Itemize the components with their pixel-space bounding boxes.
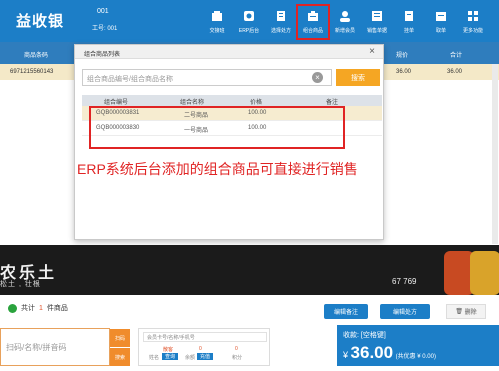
col-price: 价格 bbox=[250, 100, 263, 106]
handover-icon bbox=[210, 9, 224, 23]
toolbar-label: 交接班 bbox=[209, 28, 225, 34]
toolbar-more[interactable]: 更多功能 bbox=[457, 5, 489, 39]
toolbar-label: 挂单 bbox=[403, 28, 414, 34]
add-member-icon bbox=[338, 9, 352, 23]
amount-value: 36.00 bbox=[350, 343, 394, 362]
member-panel: 会员卡号/名称/手机号 散客 姓名 查询 0 余额 充值 0 积分 bbox=[138, 328, 270, 366]
toolbar-label: 更多功能 bbox=[462, 28, 483, 34]
total-count: 1 bbox=[39, 304, 43, 312]
toolbar-add-member[interactable]: 新增会员 bbox=[329, 5, 361, 39]
cell-barcode: 6971215560143 bbox=[10, 69, 54, 75]
retrieve-order-icon bbox=[434, 9, 448, 23]
highlight-frame bbox=[89, 106, 345, 149]
close-icon[interactable]: × bbox=[369, 46, 375, 57]
cell-total: 36.00 bbox=[447, 69, 463, 75]
amount-line: ¥ 36.00 (共优惠 ¥ 0.00) bbox=[343, 343, 436, 363]
member-points-label: 积分 bbox=[232, 355, 243, 361]
annotation-text: ERP系统后台添加的组合商品可直接进行销售 bbox=[77, 161, 358, 177]
col-note: 备注 bbox=[326, 100, 339, 106]
dialog-title: 组合商品列表 bbox=[84, 52, 121, 58]
banner-phone: 67 769 bbox=[392, 277, 417, 286]
member-balance: 0 bbox=[199, 346, 202, 352]
combo-search-input[interactable]: 组合商品编号/组合商品名称 bbox=[82, 69, 332, 86]
scan-button[interactable]: 扫码 bbox=[110, 329, 130, 347]
toolbar-retrieve-order[interactable]: 取单 bbox=[425, 5, 457, 39]
member-recharge-button[interactable]: 充值 bbox=[197, 353, 214, 360]
dialog-header: 组合商品列表 × bbox=[75, 45, 383, 59]
toolbar-sales-receipt[interactable]: 销售单据 bbox=[361, 5, 393, 39]
cart-icon bbox=[8, 303, 17, 313]
goods-search-button[interactable]: 搜索 bbox=[110, 348, 130, 366]
erp-icon bbox=[242, 9, 256, 23]
col-barcode: 商品条码 bbox=[24, 53, 49, 59]
toolbar-label: 组合商品 bbox=[302, 28, 323, 34]
currency-symbol: ¥ bbox=[343, 350, 349, 360]
combo-search-button[interactable]: 搜索 bbox=[336, 69, 380, 86]
toolbar-label: ERP后台 bbox=[238, 28, 260, 34]
trash-icon: 🗑 bbox=[455, 309, 465, 315]
ad-banner: 农乐土 松土 , 壮根 67 769 bbox=[0, 245, 499, 295]
edit-prescription-button[interactable]: 编辑处方 bbox=[380, 304, 430, 319]
combo-goods-icon bbox=[306, 9, 320, 23]
col-total: 合计 bbox=[450, 53, 463, 59]
member-search-input[interactable]: 会员卡号/名称/手机号 bbox=[143, 332, 267, 342]
banner-subtext: 松土 , 壮根 bbox=[0, 281, 41, 288]
app-title: 益收银 bbox=[16, 13, 65, 30]
cell-spec: 36.00 bbox=[396, 69, 412, 75]
payment-panel[interactable]: 收款: [空格键] ¥ 36.00 (共优惠 ¥ 0.00) bbox=[337, 325, 499, 366]
toolbar-handover[interactable]: 交接班 bbox=[201, 5, 233, 39]
total-suffix: 件商品 bbox=[46, 305, 68, 312]
delete-label: 删除 bbox=[464, 310, 477, 316]
toolbar-erp[interactable]: ERP后台 bbox=[233, 5, 265, 39]
terminal-number: 001 bbox=[97, 8, 109, 15]
toolbar-label: 销售单据 bbox=[366, 28, 387, 34]
member-name: 散客 bbox=[163, 347, 174, 353]
col-spec: 规价 bbox=[396, 53, 409, 59]
member-balance-label: 余额 bbox=[185, 355, 196, 361]
member-points: 0 bbox=[235, 346, 238, 352]
scan-input[interactable]: 扫码/名称/拼音码 bbox=[0, 328, 110, 366]
toolbar-prescription[interactable]: 选择处方 bbox=[265, 5, 297, 39]
delete-button[interactable]: 🗑 删除 bbox=[446, 304, 486, 319]
toolbar-label: 新增会员 bbox=[334, 28, 355, 34]
discount-text: (共优惠 ¥ 0.00) bbox=[395, 354, 436, 360]
toolbar-hold-order[interactable]: 挂单 bbox=[393, 5, 425, 39]
toolbar-combo-goods[interactable]: 组合商品 bbox=[296, 4, 330, 40]
member-name-label: 姓名 bbox=[149, 355, 160, 361]
edit-note-button[interactable]: 编辑备注 bbox=[324, 304, 368, 319]
worker-id: 工号: 001 bbox=[92, 26, 118, 32]
sales-receipt-icon bbox=[370, 9, 384, 23]
clear-icon[interactable]: × bbox=[312, 72, 323, 83]
total-prefix: 共计 bbox=[21, 305, 35, 312]
col-name: 组合名称 bbox=[180, 100, 205, 106]
hold-order-icon bbox=[402, 9, 416, 23]
product-image bbox=[470, 251, 499, 295]
member-query-button[interactable]: 查询 bbox=[162, 353, 179, 360]
toolbar: 交接班 ERP后台 选择处方 组合商品 新增会员 销售单据 挂单 取单 更多功能 bbox=[201, 4, 489, 40]
top-bar: 益收银 001 工号: 001 交接班 ERP后台 选择处方 组合商品 新增会员… bbox=[0, 0, 499, 42]
scrollbar[interactable] bbox=[492, 64, 498, 244]
dialog-search-bar: 组合商品编号/组合商品名称 × 搜索 bbox=[82, 69, 382, 86]
more-icon bbox=[466, 9, 480, 23]
total-summary: 共计 1 件商品 bbox=[8, 303, 68, 313]
scan-placeholder: 扫码/名称/拼音码 bbox=[6, 343, 67, 352]
toolbar-label: 取单 bbox=[435, 28, 446, 34]
received-label: 收款: [空格键] bbox=[343, 332, 386, 339]
col-code: 组合编号 bbox=[104, 100, 129, 106]
combo-table-header: 组合编号 组合名称 价格 备注 bbox=[82, 95, 382, 106]
prescription-icon bbox=[274, 9, 288, 23]
checkout-panel: 共计 1 件商品 编辑备注 编辑处方 🗑 删除 扫码/名称/拼音码 扫码 搜索 … bbox=[0, 295, 499, 371]
toolbar-label: 选择处方 bbox=[270, 28, 291, 34]
